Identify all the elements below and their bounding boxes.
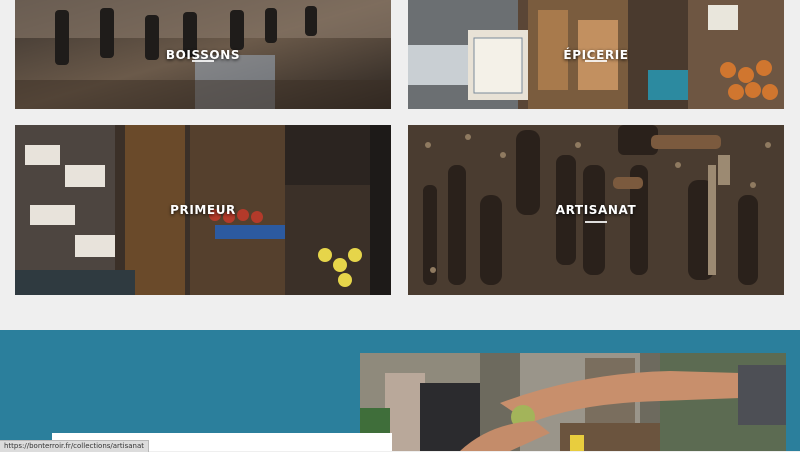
category-label: ARTISANAT — [555, 203, 637, 217]
label-underline — [585, 60, 607, 62]
category-tile-boissons[interactable]: BOISSONS — [15, 0, 391, 109]
category-tile-epicerie[interactable]: ÉPICERIE — [408, 0, 784, 109]
featured-photo — [360, 353, 786, 451]
label-underline — [192, 60, 214, 62]
status-bar-url: https://bonterroir.fr/collections/artisa… — [0, 440, 150, 452]
category-tile-primeur[interactable]: PRIMEUR — [15, 125, 391, 295]
category-tile-artisanat[interactable]: ARTISANAT — [408, 125, 784, 295]
label-underline — [585, 221, 607, 223]
category-label: PRIMEUR — [170, 203, 236, 217]
